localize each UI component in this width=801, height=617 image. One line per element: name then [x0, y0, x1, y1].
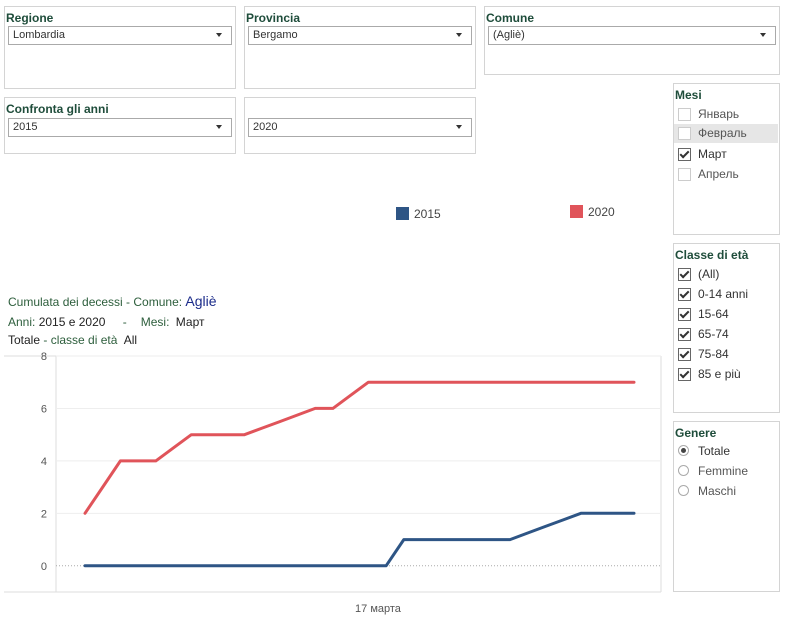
genere-option-label: Totale [698, 444, 731, 458]
genere-option[interactable]: Femmine [678, 462, 776, 481]
chevron-down-icon [456, 33, 462, 37]
classe-option[interactable]: 65-74 [678, 325, 776, 344]
legend-item-2015[interactable]: 2015 [396, 207, 441, 221]
classe-option[interactable]: 15-64 [678, 305, 776, 324]
genere-option-label: Femmine [698, 464, 749, 478]
classe-option-label: 85 e più [698, 367, 741, 381]
genere-title: Genere [675, 426, 717, 440]
radio-icon[interactable] [678, 465, 689, 476]
classe-eta-title: Classe di età [675, 248, 749, 262]
caption-classe-label: classe di età [50, 333, 118, 347]
anno-b-dropdown[interactable]: 2020 [248, 118, 472, 137]
classe-option-label: 15-64 [698, 307, 729, 321]
checkbox-icon[interactable] [678, 108, 691, 121]
legend-swatch [570, 205, 583, 218]
legend-item-2020[interactable]: 2020 [570, 205, 615, 219]
provincia-filter: Provincia Bergamo [244, 6, 476, 89]
caption-line-3: Totale - classe di età All [8, 333, 137, 347]
checkbox-icon[interactable] [678, 127, 691, 140]
classe-option-label: (All) [698, 267, 720, 281]
mesi-option-label: Апрель [698, 167, 739, 181]
anno-a-value: 2015 [13, 121, 38, 133]
provincia-value: Bergamo [253, 29, 298, 41]
caption-dash: - [40, 333, 51, 347]
chevron-down-icon [216, 125, 222, 129]
chevron-down-icon [216, 33, 222, 37]
classe-option-label: 0-14 anni [698, 287, 749, 301]
legend-swatch [396, 207, 409, 220]
legend-label: 2015 [414, 207, 441, 221]
classe-option[interactable]: 75-84 [678, 345, 776, 364]
radio-icon[interactable] [678, 485, 689, 496]
chevron-down-icon [456, 125, 462, 129]
checkbox-checked-icon[interactable] [678, 268, 691, 281]
radio-selected-icon[interactable] [678, 445, 689, 456]
regione-label: Regione [6, 11, 54, 25]
genere-option[interactable]: Totale [678, 442, 776, 461]
mesi-option-label: Февраль [698, 126, 747, 140]
regione-filter: Regione Lombardia [4, 6, 236, 89]
checkbox-checked-icon[interactable] [678, 328, 691, 341]
provincia-dropdown[interactable]: Bergamo [248, 26, 472, 45]
caption-comune: Agliè [185, 293, 217, 309]
classe-option-label: 65-74 [698, 327, 729, 341]
y-tick-label: 8 [41, 351, 47, 363]
caption-anni-label: Anni: [8, 315, 39, 329]
classe-option[interactable]: (All) [678, 265, 776, 284]
provincia-label: Provincia [246, 11, 301, 25]
legend-label: 2020 [588, 205, 615, 219]
classe-eta-filter: Classe di età (All) 0-14 anni 15-64 65-7… [673, 243, 780, 413]
checkbox-icon[interactable] [678, 168, 691, 181]
caption-classe-value: All [123, 333, 138, 347]
classe-option[interactable]: 0-14 anni [678, 285, 776, 304]
mesi-title: Mesi [675, 88, 702, 102]
anno-a-dropdown[interactable]: 2015 [8, 118, 232, 137]
caption-mesi-label: Mesi: [140, 315, 170, 329]
anni-filter-a: Confronta gli anni 2015 [4, 97, 236, 154]
caption-line-2: Anni: 2015 e 2020 - Mesi: Март [8, 315, 205, 329]
series-line-2020 [83, 380, 636, 515]
classe-option[interactable]: 85 e più [678, 365, 776, 384]
genere-filter: Genere Totale Femmine Maschi [673, 421, 780, 592]
checkbox-checked-icon[interactable] [678, 288, 691, 301]
checkbox-checked-icon[interactable] [678, 148, 691, 161]
regione-dropdown[interactable]: Lombardia [8, 26, 232, 45]
series-line-2015 [83, 511, 636, 568]
x-axis-label: 17 марта [355, 603, 402, 615]
comune-value: (Agliè) [493, 29, 525, 41]
comune-filter: Comune (Agliè) [484, 6, 780, 75]
caption-sep: - [122, 315, 127, 329]
y-tick-label: 0 [41, 561, 47, 573]
comune-label: Comune [486, 11, 534, 25]
mesi-option-label: Март [698, 147, 727, 161]
mesi-option[interactable]: Апрель [678, 165, 776, 184]
checkbox-checked-icon[interactable] [678, 348, 691, 361]
genere-option-label: Maschi [698, 484, 737, 498]
regione-value: Lombardia [13, 29, 65, 41]
caption-totale: Totale [8, 333, 41, 347]
checkbox-checked-icon[interactable] [678, 368, 691, 381]
comune-dropdown[interactable]: (Agliè) [488, 26, 776, 45]
caption-line-1: Cumulata dei decessi - Comune: Agliè [8, 293, 217, 309]
mesi-option[interactable]: Январь [678, 105, 776, 124]
y-tick-label: 6 [41, 403, 47, 415]
genere-option[interactable]: Maschi [678, 482, 776, 501]
chevron-down-icon [760, 33, 766, 37]
mesi-option[interactable]: Февраль [674, 124, 778, 143]
anno-b-value: 2020 [253, 121, 278, 133]
caption-mesi-value: Март [175, 315, 205, 329]
anni-label: Confronta gli anni [6, 102, 109, 116]
caption-anni-value: 2015 e 2020 [38, 315, 106, 329]
checkbox-checked-icon[interactable] [678, 308, 691, 321]
mesi-option-label: Январь [698, 107, 740, 121]
caption-prefix: Cumulata dei decessi - Comune: [8, 295, 186, 309]
mesi-filter: Mesi Январь Февраль Март Апрель [673, 83, 780, 235]
mesi-option[interactable]: Март [678, 145, 776, 164]
y-tick-label: 4 [41, 456, 47, 468]
classe-option-label: 75-84 [698, 347, 729, 361]
anni-filter-b: 2020 [244, 97, 476, 154]
y-tick-label: 2 [41, 508, 47, 520]
